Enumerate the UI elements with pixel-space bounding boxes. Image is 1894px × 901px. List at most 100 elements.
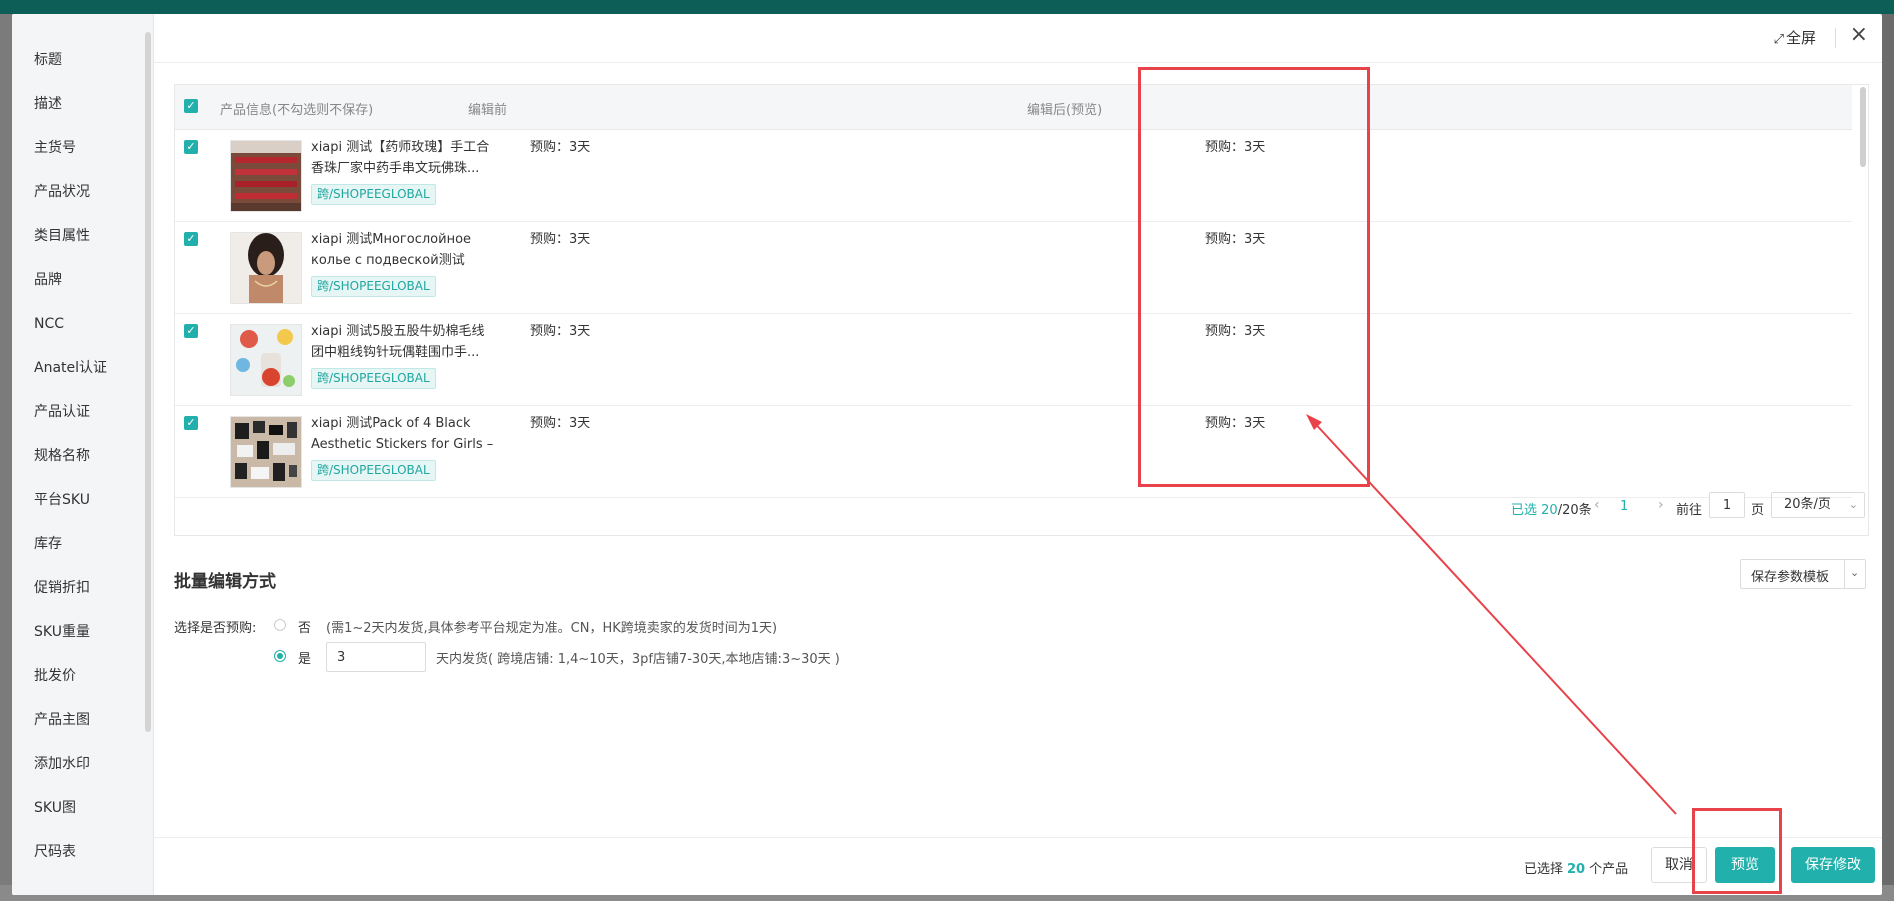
value-after: 预购：3天 [1205,416,1266,431]
table-scrollbar[interactable] [1860,87,1866,167]
preorder-yes-radio[interactable] [274,650,286,662]
nav-item[interactable]: 规格名称 [12,434,153,478]
page-size-value: 20条/页 [1784,497,1831,512]
modal-header: ⤢ 全屏 × [154,14,1882,63]
nav-item[interactable]: Anatel认证 [12,346,153,390]
preview-button[interactable]: 预览 [1715,847,1775,883]
next-page-icon[interactable]: › [1658,497,1664,513]
page-number[interactable]: 1 [1620,499,1628,514]
col-product: 产品信息(不勾选则不保存) [220,103,374,118]
nav-item[interactable]: 库存 [12,522,153,566]
save-template-dropdown[interactable]: 保存参数模板 ⌄ [1740,559,1866,589]
product-thumbnail [230,232,302,304]
table-row: ✓ xiapi 测试5股五股牛奶棉毛线团中粗线钩针玩偶鞋围巾手... 跨/SHO… [175,314,1852,406]
nav-item[interactable]: 平台SKU [12,478,153,522]
nav-item[interactable]: 批发价 [12,654,153,698]
selected-count-num: 20 [1567,862,1586,877]
nav-item[interactable]: 尺码表 [12,830,153,874]
fullscreen-button[interactable]: ⤢ 全屏 [1774,27,1816,48]
value-before: 预购：3天 [530,140,591,155]
nav-item[interactable]: 描述 [12,82,153,126]
row-checkbox[interactable]: ✓ [184,324,198,338]
nav-item[interactable]: 主货号 [12,126,153,170]
batch-edit-modal: 标题 描述 主货号 产品状况 类目属性 品牌 NCC Anatel认证 产品认证… [12,14,1882,895]
store-tag: 跨/SHOPEEGLOBAL [311,368,436,389]
nav-item[interactable]: 品牌 [12,258,153,302]
selected-summary: 已选 20/20条 [1511,499,1592,518]
product-thumbnail [230,140,302,212]
value-after: 预购：3天 [1205,140,1266,155]
preorder-days-input[interactable] [326,642,426,672]
table-row: ✓ xiapi 测试【药师玫瑰】手工合香珠厂家中药手串文玩佛珠... 跨/SHO… [175,130,1852,222]
product-title: xiapi 测试【药师玫瑰】手工合香珠厂家中药手串文玩佛珠... [311,140,490,176]
table-header: ✓ 产品信息(不勾选则不保存) 编辑前 编辑后(预览) [175,85,1852,130]
preorder-no-hint: (需1~2天内发货,具体参考平台规定为准。CN，HK跨境卖家的发货时间为1天) [326,621,778,636]
row-checkbox[interactable]: ✓ [184,232,198,246]
value-after: 预购：3天 [1205,324,1266,339]
nav-item[interactable]: 产品认证 [12,390,153,434]
nav-scrollbar[interactable] [145,32,151,732]
product-title: xiapi 测试Pack of 4 Black Aesthetic Sticke… [311,416,494,452]
select-all-checkbox[interactable]: ✓ [184,99,198,113]
row-checkbox[interactable]: ✓ [184,416,198,430]
page-label: 页 [1751,503,1765,518]
preorder-label: 选择是否预购: [174,621,257,636]
nav-item[interactable]: 产品状况 [12,170,153,214]
product-table: ✓ 产品信息(不勾选则不保存) 编辑前 编辑后(预览) ✓ xiapi 测试【药… [174,84,1869,536]
header-divider [1835,28,1836,48]
table-row: ✓ xiapi 测试Pack of 4 Black Aesthetic Stic… [175,406,1852,498]
preorder-no-label[interactable]: 否 [298,617,311,636]
preorder-yes-label[interactable]: 是 [298,648,311,667]
product-thumbnail [230,324,302,396]
nav-item[interactable]: 产品主图 [12,698,153,742]
total-count: /20条 [1557,503,1592,518]
pagination: 已选 20/20条 ‹ 1 › 前往 页 20条/页 ⌄ [175,492,1868,522]
nav-item[interactable]: NCC [12,302,153,346]
selected-num: 20 [1541,503,1558,518]
save-changes-button[interactable]: 保存修改 [1791,847,1875,883]
row-checkbox[interactable]: ✓ [184,140,198,154]
page-size-select[interactable]: 20条/页 ⌄ [1771,492,1865,518]
table-row: ✓ xiapi 测试Многослойное колье с подвеской… [175,222,1852,314]
modal-footer: 已选择 20 个产品 取消 预览 保存修改 [154,837,1882,895]
store-tag: 跨/SHOPEEGLOBAL [311,460,436,481]
nav-item[interactable]: 类目属性 [12,214,153,258]
expand-icon: ⤢ [1773,32,1784,47]
nav-item[interactable]: SKU图 [12,786,153,830]
selected-prefix: 已选择 [1524,862,1564,877]
background-app-topbar [0,0,1894,14]
nav-item[interactable]: 促销折扣 [12,566,153,610]
value-before: 预购：3天 [530,324,591,339]
value-before: 预购：3天 [530,232,591,247]
background-app-sidebar [0,14,12,885]
fullscreen-label: 全屏 [1785,29,1816,47]
nav-item[interactable]: SKU重量 [12,610,153,654]
close-icon[interactable]: × [1850,23,1868,47]
goto-page-input[interactable] [1709,492,1745,518]
col-after: 编辑后(预览) [1027,103,1103,118]
dropdown-separator [1844,560,1845,588]
product-thumbnail [230,416,302,488]
goto-label: 前往 [1676,503,1703,518]
nav-item[interactable]: 添加水印 [12,742,153,786]
preorder-no-radio[interactable] [274,619,286,631]
value-after: 预购：3天 [1205,232,1266,247]
product-title: xiapi 测试5股五股牛奶棉毛线团中粗线钩针玩偶鞋围巾手... [311,324,485,360]
cancel-button[interactable]: 取消 [1651,847,1707,883]
chevron-down-icon: ⌄ [1850,566,1860,579]
chevron-down-icon: ⌄ [1848,498,1858,511]
store-tag: 跨/SHOPEEGLOBAL [311,184,436,205]
preorder-yes-hint: 天内发货( 跨境店铺: 1,4~10天，3pf店铺7-30天,本地店铺:3~30… [436,652,840,667]
nav-item[interactable]: 标题 [12,38,153,82]
value-before: 预购：3天 [530,416,591,431]
edit-field-list: 标题 描述 主货号 产品状况 类目属性 品牌 NCC Anatel认证 产品认证… [12,14,153,874]
save-template-label: 保存参数模板 [1751,570,1830,585]
edit-field-nav: 标题 描述 主货号 产品状况 类目属性 品牌 NCC Anatel认证 产品认证… [12,14,154,895]
store-tag: 跨/SHOPEEGLOBAL [311,276,436,297]
prev-page-icon[interactable]: ‹ [1594,497,1600,513]
selected-suffix: 个产品 [1589,862,1629,877]
batch-edit-title: 批量编辑方式 [174,572,276,592]
selected-prefix: 已选 [1511,503,1538,518]
col-before: 编辑前 [468,103,508,118]
selected-products-count: 已选择 20 个产品 [1524,858,1628,877]
